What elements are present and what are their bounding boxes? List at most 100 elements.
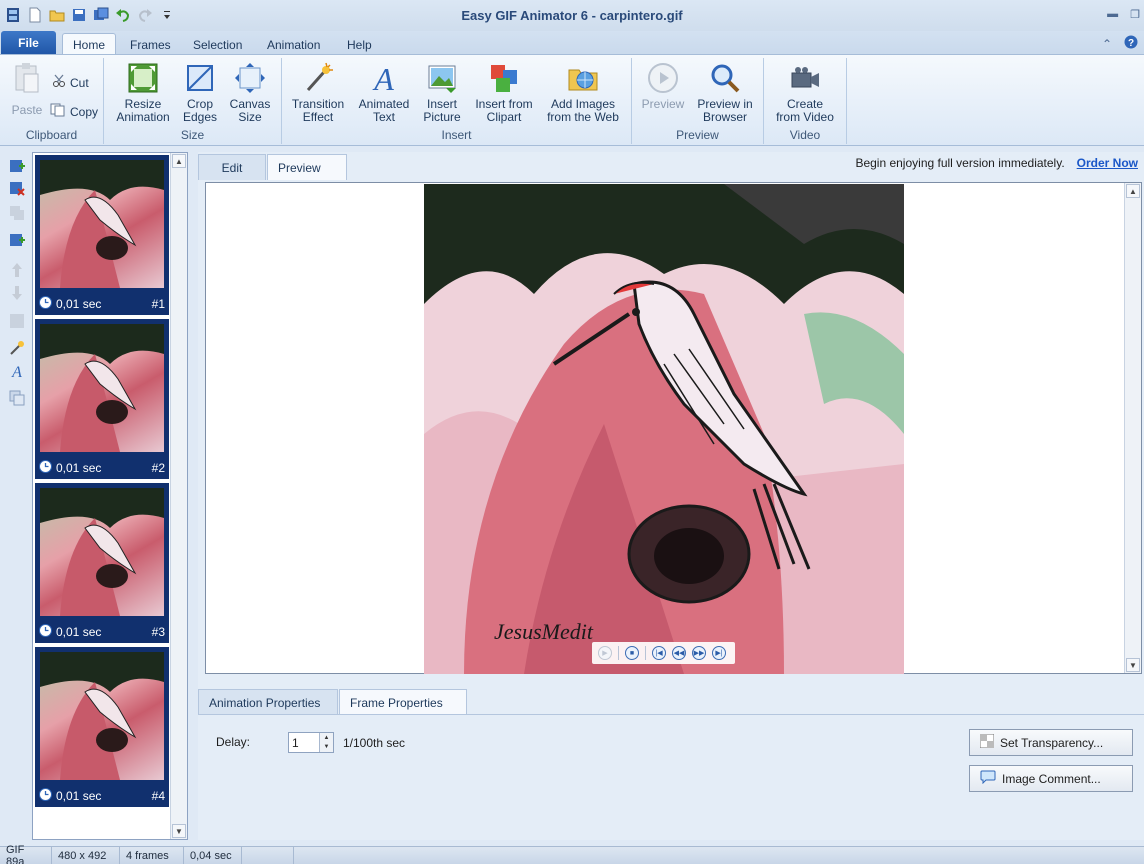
frame-thumbnail: [40, 652, 164, 780]
add-frame-icon[interactable]: [9, 158, 25, 174]
next-frame-icon[interactable]: ▶▶: [692, 646, 706, 660]
minimize-icon[interactable]: ▬: [1107, 8, 1118, 21]
frames-scrollbar[interactable]: ▲ ▼: [170, 153, 187, 839]
layers-icon[interactable]: [9, 390, 25, 406]
edit-frame-icon[interactable]: [9, 313, 25, 329]
title-bar: Easy GIF Animator 6 - carpintero.gif ▬ ❐: [0, 0, 1144, 31]
scroll-down-icon[interactable]: ▼: [172, 824, 186, 838]
delete-frame-icon[interactable]: [9, 180, 25, 196]
status-frame-count: 4 frames: [120, 847, 184, 864]
animated-text-button[interactable]: A Animated Text: [354, 62, 414, 124]
order-now-link[interactable]: Order Now: [1077, 156, 1138, 170]
scroll-up-icon[interactable]: ▲: [1126, 184, 1140, 198]
paste-icon: [11, 62, 43, 94]
duplicate-frame-icon[interactable]: [9, 205, 25, 221]
preview-button[interactable]: Preview: [640, 62, 686, 111]
crop-edges-button[interactable]: Crop Edges: [176, 62, 224, 124]
tab-animation[interactable]: Animation: [257, 35, 330, 55]
signature-text: JesusMedit: [494, 619, 594, 644]
magnifier-icon: [709, 62, 741, 94]
picture-icon: [426, 62, 458, 94]
comment-icon: [980, 770, 996, 787]
set-transparency-button[interactable]: Set Transparency...: [969, 729, 1133, 756]
previous-frame-icon[interactable]: ◀◀: [672, 646, 686, 660]
insert-clipart-button[interactable]: Insert from Clipart: [472, 62, 536, 124]
frame-delay: 0,01 sec: [56, 461, 102, 475]
frame-thumbnail: [40, 324, 164, 452]
frame-properties-panel: Delay: 1 ▲ ▼ 1/100th sec Set Transparency…: [198, 714, 1144, 840]
clipart-icon: [488, 62, 520, 94]
clock-icon: [39, 624, 52, 640]
insert-picture-button[interactable]: Insert Picture: [418, 62, 466, 124]
collapse-ribbon-icon[interactable]: ⌃: [1102, 37, 1112, 51]
delay-field[interactable]: 1 ▲ ▼: [288, 732, 334, 753]
first-frame-icon[interactable]: |◀: [652, 646, 666, 660]
delay-unit: 1/100th sec: [343, 736, 406, 750]
editor-area: Edit Preview Begin enjoying full version…: [198, 152, 1144, 840]
preview-in-browser-button[interactable]: Preview in Browser: [694, 62, 756, 124]
clock-icon: [39, 460, 52, 476]
crop-icon: [184, 62, 216, 94]
svg-text:A: A: [11, 364, 22, 379]
scroll-down-icon[interactable]: ▼: [1126, 658, 1140, 672]
frame-delay: 0,01 sec: [56, 625, 102, 639]
tab-selection[interactable]: Selection: [183, 35, 252, 55]
last-frame-icon[interactable]: ▶|: [712, 646, 726, 660]
frame-thumbnail: [40, 488, 164, 616]
folder-globe-icon: [567, 62, 599, 94]
stop-icon[interactable]: ■: [625, 646, 639, 660]
tab-preview[interactable]: Preview: [267, 154, 347, 180]
effect-wand-icon[interactable]: [9, 340, 25, 356]
resize-animation-button[interactable]: Resize Animation: [114, 62, 172, 124]
tab-help[interactable]: Help: [337, 35, 382, 55]
text-icon[interactable]: A: [9, 363, 25, 381]
status-duration: 0,04 sec: [184, 847, 242, 864]
transition-effect-button[interactable]: Transition Effect: [288, 62, 348, 124]
insert-frame-icon[interactable]: [9, 232, 25, 248]
window-controls: ▬ ❐: [1107, 8, 1140, 21]
delay-spinner[interactable]: ▲ ▼: [319, 733, 333, 752]
move-down-icon[interactable]: [9, 285, 25, 301]
file-menu-button[interactable]: File: [1, 31, 56, 55]
playback-controls: ▶ ■ |◀ ◀◀ ▶▶ ▶|: [592, 642, 735, 664]
canvas-scrollbar[interactable]: ▲ ▼: [1124, 183, 1141, 673]
scissors-icon: [52, 74, 66, 91]
ribbon-tabs: File Home Frames Selection Animation Hel…: [0, 31, 1144, 56]
tab-edit[interactable]: Edit: [198, 154, 266, 180]
frame-item[interactable]: 0,01 sec #1: [35, 155, 169, 315]
frame-item[interactable]: 0,01 sec #4: [35, 647, 169, 807]
maximize-icon[interactable]: ❐: [1130, 8, 1140, 21]
video-group: Create from Video Video: [764, 58, 847, 144]
frame-number: #2: [151, 461, 165, 475]
frame-item[interactable]: 0,01 sec #3: [35, 483, 169, 643]
create-from-video-button[interactable]: Create from Video: [772, 62, 838, 124]
delay-label: Delay:: [216, 735, 251, 749]
help-icon[interactable]: ?: [1124, 35, 1138, 52]
frame-number: #1: [151, 297, 165, 311]
resize-icon: [127, 62, 159, 94]
tab-frames[interactable]: Frames: [120, 35, 181, 55]
clock-icon: [39, 296, 52, 312]
image-comment-button[interactable]: Image Comment...: [969, 765, 1133, 792]
add-images-web-button[interactable]: Add Images from the Web: [544, 62, 622, 124]
cut-button[interactable]: Cut: [52, 74, 89, 91]
tab-frame-properties[interactable]: Frame Properties: [339, 689, 467, 715]
tab-home[interactable]: Home: [62, 33, 117, 56]
play-icon[interactable]: ▶: [598, 646, 612, 660]
svg-text:A: A: [372, 62, 394, 94]
clipboard-group: Paste Cut Copy Clipboard: [0, 58, 104, 144]
status-bar: GIF 89a 480 x 492 4 frames 0,04 sec: [0, 844, 1144, 864]
canvas-size-button[interactable]: Canvas Size: [228, 62, 272, 124]
copy-button[interactable]: Copy: [50, 103, 98, 120]
ribbon: Paste Cut Copy Clipboard Resize Animatio…: [0, 54, 1144, 146]
preview-group: Preview Preview in Browser Preview: [632, 58, 764, 144]
scroll-up-icon[interactable]: ▲: [172, 154, 186, 168]
magic-wand-icon: [302, 62, 334, 94]
frame-delay: 0,01 sec: [56, 297, 102, 311]
play-circle-icon: [647, 62, 679, 94]
frame-item[interactable]: 0,01 sec #2: [35, 319, 169, 479]
move-up-icon[interactable]: [9, 262, 25, 278]
tab-animation-properties[interactable]: Animation Properties: [198, 689, 338, 715]
paste-button[interactable]: Paste: [8, 62, 46, 117]
frame-tools: A: [0, 150, 30, 840]
